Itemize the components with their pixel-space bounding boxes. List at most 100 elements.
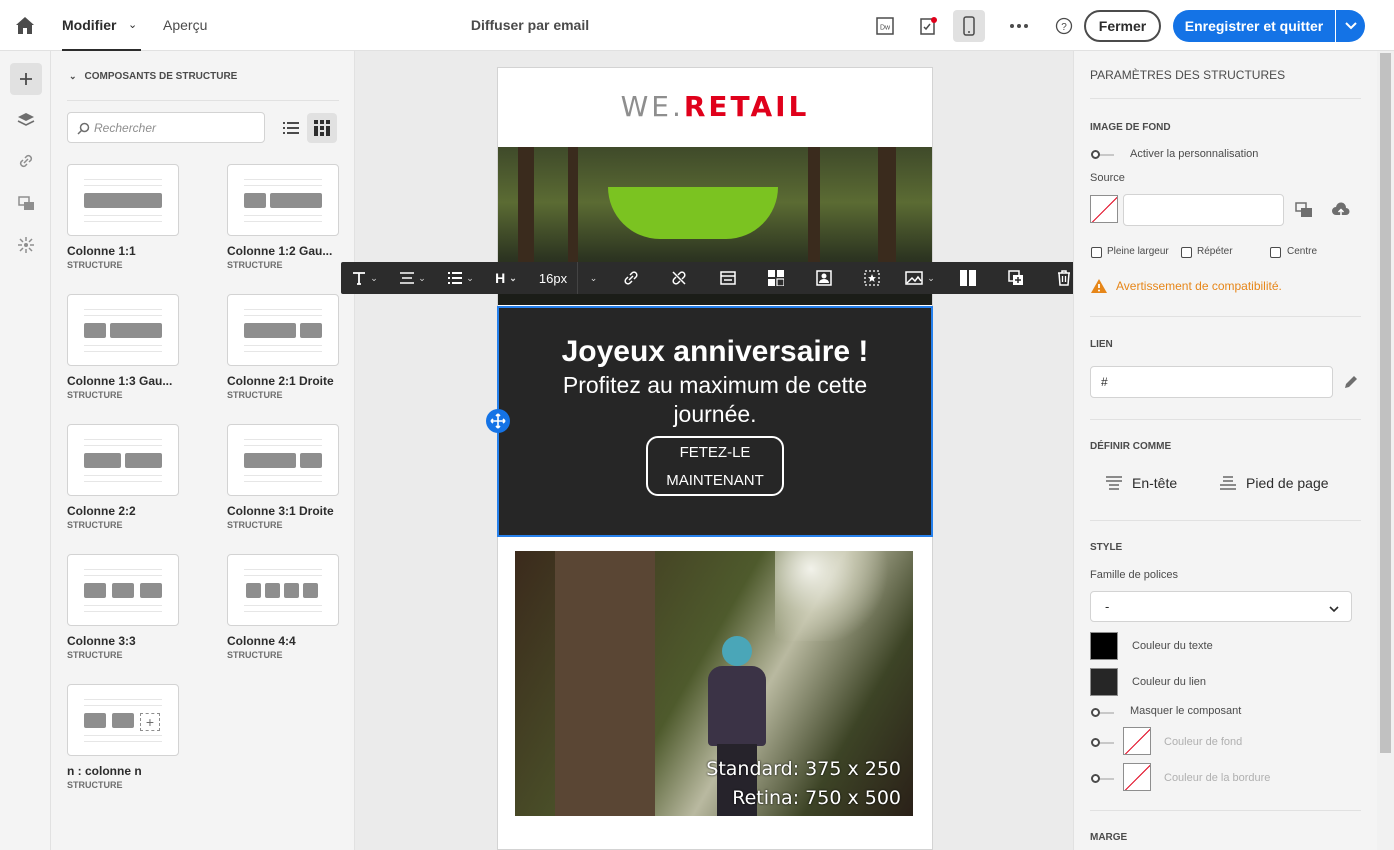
warning-icon — [1091, 279, 1107, 293]
compatibility-warning[interactable]: Avertissement de compatibilité. — [1090, 278, 1282, 294]
save-options-chevron-icon[interactable] — [1336, 10, 1365, 42]
link-input[interactable]: # — [1090, 366, 1333, 398]
brand-logo[interactable]: WE.RETAIL — [498, 90, 932, 123]
page-title: Diffuser par email — [470, 17, 590, 33]
font-size-chevron-icon[interactable]: ⌄ — [577, 262, 605, 294]
settings-panel: PARAMÈTRES DES STRUCTURES IMAGE DE FOND … — [1073, 51, 1377, 850]
grid-view-icon[interactable] — [307, 113, 337, 143]
cta-button[interactable]: FETEZ-LE MAINTENANT — [646, 436, 784, 496]
card-name: Colonne 1:2 Gau... — [227, 244, 333, 258]
component-card-col-3-1[interactable]: Colonne 3:1 Droite STRUCTURE — [227, 424, 339, 530]
logo-retail: RETAIL — [683, 90, 810, 123]
component-card-col-4-4[interactable]: Colonne 4:4 STRUCTURE — [227, 554, 339, 660]
tab-apercu[interactable]: Aperçu — [163, 17, 207, 33]
scrollbar[interactable] — [1377, 51, 1394, 850]
home-icon[interactable] — [14, 15, 36, 37]
full-width-checkbox[interactable] — [1091, 247, 1102, 258]
border-color-toggle[interactable] — [1091, 774, 1114, 783]
personalization-block-icon[interactable] — [810, 262, 838, 294]
center-checkbox[interactable] — [1270, 247, 1281, 258]
layout-grid-icon[interactable] — [762, 262, 790, 294]
panel-title: PARAMÈTRES DES STRUCTURES — [1090, 68, 1286, 82]
card-type: STRUCTURE — [227, 520, 283, 530]
component-card-col-1-2[interactable]: Colonne 1:2 Gau... STRUCTURE — [227, 164, 339, 270]
warning-text: Avertissement de compatibilité. — [1116, 279, 1282, 293]
close-button[interactable]: Fermer — [1084, 10, 1161, 42]
more-icon[interactable] — [1003, 10, 1035, 42]
source-input[interactable] — [1123, 194, 1284, 226]
upload-cloud-icon[interactable] — [1331, 202, 1351, 223]
define-footer-option[interactable]: Pied de page — [1220, 475, 1329, 491]
unlink-icon[interactable] — [665, 262, 693, 294]
image-icon[interactable]: ⌄ — [900, 262, 940, 294]
scrollbar-thumb[interactable] — [1380, 53, 1391, 753]
component-card-col-3-3[interactable]: Colonne 3:3 STRUCTURE — [67, 554, 179, 660]
structure-header-icon[interactable] — [714, 262, 742, 294]
personalization-icon[interactable] — [10, 229, 42, 261]
logo-we: WE. — [620, 90, 684, 123]
font-size-field[interactable]: 16px — [531, 262, 575, 294]
personalize-toggle[interactable] — [1091, 150, 1114, 159]
component-card-col-2-1[interactable]: Colonne 2:1 Droite STRUCTURE — [227, 294, 339, 400]
section-title: COMPOSANTS DE STRUCTURE — [84, 71, 238, 82]
component-card-col-n[interactable]: + n : colonne n STRUCTURE — [67, 684, 179, 790]
asset-picker-icon[interactable] — [1295, 202, 1313, 223]
help-icon[interactable]: ? — [1048, 10, 1080, 42]
add-icon[interactable] — [10, 63, 42, 95]
section-header[interactable]: ⌄ COMPOSANTS DE STRUCTURE — [69, 71, 237, 82]
bg-color-toggle[interactable] — [1091, 738, 1114, 747]
search-input[interactable]: Rechercher — [67, 112, 265, 143]
define-as-heading: DÉFINIR COMME — [1090, 441, 1172, 452]
align-icon[interactable]: ⌄ — [393, 262, 433, 294]
tab-modifier-label: Modifier — [62, 17, 117, 33]
dreamweaver-icon[interactable]: Dw — [869, 10, 901, 42]
mobile-preview-icon[interactable] — [953, 10, 985, 42]
card-name: Colonne 1:1 — [67, 244, 136, 258]
email-heading[interactable]: Joyeux anniversaire ! — [499, 335, 931, 369]
text-color-swatch[interactable] — [1090, 632, 1118, 660]
insert-link-icon[interactable] — [617, 262, 645, 294]
component-card-col-2-2[interactable]: Colonne 2:2 STRUCTURE — [67, 424, 179, 530]
chevron-down-icon[interactable]: ⌄ — [69, 71, 77, 82]
search-icon — [77, 122, 90, 140]
email-subheading[interactable]: Profitez au maximum de cette journée. — [539, 371, 891, 429]
dynamic-content-icon[interactable] — [858, 262, 886, 294]
link-icon[interactable] — [10, 145, 42, 177]
repeat-checkbox[interactable] — [1181, 247, 1192, 258]
component-card-col-1-3[interactable]: Colonne 1:3 Gau... STRUCTURE — [67, 294, 179, 400]
structure-thumbnail — [227, 164, 339, 236]
layers-icon[interactable] — [10, 104, 42, 136]
border-color-swatch[interactable] — [1123, 763, 1151, 791]
font-family-select[interactable]: - — [1090, 591, 1352, 622]
duplicate-icon[interactable] — [1002, 262, 1030, 294]
chevron-down-icon[interactable]: ⌄ — [128, 18, 137, 31]
hide-component-toggle[interactable] — [1091, 708, 1114, 717]
cta-line-2: MAINTENANT — [666, 472, 764, 489]
bg-color-label: Couleur de fond — [1164, 736, 1243, 748]
text-style-icon[interactable]: ⌄ — [345, 262, 385, 294]
define-header-option[interactable]: En-tête — [1106, 475, 1177, 491]
checklist-icon[interactable] — [912, 10, 944, 42]
tab-modifier[interactable]: Modifier ⌄ — [62, 0, 141, 51]
heading-dropdown[interactable]: H ⌄ — [491, 262, 521, 294]
edit-pencil-icon[interactable] — [1343, 374, 1359, 395]
columns-icon[interactable] — [954, 262, 982, 294]
source-swatch[interactable] — [1090, 195, 1118, 223]
component-card-col-1-1[interactable]: Colonne 1:1 STRUCTURE — [67, 164, 179, 270]
image-caption-standard: Standard: 375 x 250 — [706, 758, 901, 780]
move-handle-icon[interactable] — [486, 409, 510, 433]
card-type: STRUCTURE — [67, 650, 123, 660]
selected-structure-block[interactable]: Joyeux anniversaire ! Profitez au maximu… — [497, 306, 933, 537]
list-icon[interactable]: ⌄ — [441, 262, 481, 294]
border-color-label: Couleur de la bordure — [1164, 772, 1271, 784]
search-placeholder: Rechercher — [94, 121, 157, 135]
assets-icon[interactable] — [10, 187, 42, 219]
margin-heading: MARGE — [1090, 832, 1128, 843]
dreamweaver-icon-text: Dw — [880, 25, 891, 32]
save-and-quit-button[interactable]: Enregistrer et quitter — [1173, 10, 1335, 42]
full-width-label: Pleine largeur — [1107, 246, 1169, 257]
bg-color-swatch[interactable] — [1123, 727, 1151, 755]
list-view-icon[interactable] — [276, 113, 306, 143]
forest-image[interactable]: Standard: 375 x 250 Retina: 750 x 500 — [515, 551, 913, 816]
link-color-swatch[interactable] — [1090, 668, 1118, 696]
